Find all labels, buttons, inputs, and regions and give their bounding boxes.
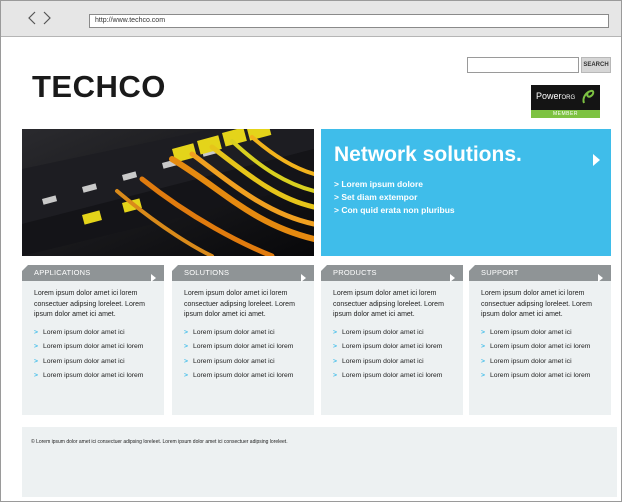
footer-copyright: © Lorem ipsum dolor amet ici consectuer … — [31, 439, 288, 445]
list-item[interactable]: > Lorem ipsum dolor amet ici lorem — [333, 340, 463, 355]
hero-list-item[interactable]: > Lorem ipsum dolore — [334, 178, 455, 191]
chevron-right-icon — [598, 269, 603, 287]
chevron-right-icon[interactable] — [41, 10, 53, 26]
list-item[interactable]: > Lorem ipsum dolor amet ici — [184, 355, 314, 370]
hero-list-item[interactable]: > Set diam extempor — [334, 191, 455, 204]
chevron-right-icon[interactable] — [592, 153, 600, 171]
bullet-icon: > — [333, 328, 337, 336]
browser-toolbar: http://www.techco.com — [1, 1, 621, 37]
column-solutions: SOLUTIONS Lorem ipsum dolor amet ici lor… — [172, 265, 314, 415]
bullet-icon: > — [34, 372, 38, 379]
bullet-icon: > — [184, 357, 188, 365]
footer: © Lorem ipsum dolor amet ici consectuer … — [22, 427, 617, 497]
bullet-icon: > — [184, 328, 188, 336]
column-support: SUPPORT Lorem ipsum dolor amet ici lorem… — [469, 265, 611, 415]
bullet-icon: > — [481, 372, 485, 379]
hero-panel: Network solutions. > Lorem ipsum dolore … — [321, 129, 611, 256]
search-button[interactable]: SEARCH — [581, 57, 611, 73]
badge-label: MEMBER — [531, 110, 600, 118]
hero-image-network-cables — [22, 129, 314, 256]
column-header[interactable]: SUPPORT — [469, 265, 611, 282]
column-title: APPLICATIONS — [34, 268, 91, 277]
list-item[interactable]: > Lorem ipsum dolor amet ici — [333, 326, 463, 341]
hero-title[interactable]: Network solutions. — [334, 143, 522, 167]
list-item[interactable]: > Lorem ipsum dolor amet ici lorem — [34, 369, 164, 384]
bullet-icon: > — [481, 357, 485, 365]
browser-window: http://www.techco.com SEARCH TECHCO Powe… — [0, 0, 622, 502]
list-item[interactable]: > Lorem ipsum dolor amet ici — [481, 355, 611, 370]
bullet-icon: > — [34, 357, 38, 365]
column-title: SUPPORT — [481, 268, 519, 277]
column-header[interactable]: PRODUCTS — [321, 265, 463, 282]
column-applications: APPLICATIONS Lorem ipsum dolor amet ici … — [22, 265, 164, 415]
site-logo[interactable]: TECHCO — [32, 69, 166, 105]
hero-list-item[interactable]: > Con quid erata non pluribus — [334, 204, 455, 217]
chevron-right-icon — [301, 269, 306, 287]
list-item[interactable]: > Lorem ipsum dolor amet ici lorem — [184, 369, 314, 384]
list-item[interactable]: > Lorem ipsum dolor amet ici — [333, 355, 463, 370]
column-title: PRODUCTS — [333, 268, 377, 277]
list-item[interactable]: > Lorem ipsum dolor amet ici — [184, 326, 314, 341]
bullet-icon: > — [34, 328, 38, 336]
hero-list: > Lorem ipsum dolore > Set diam extempor… — [334, 178, 455, 217]
column-header[interactable]: SOLUTIONS — [172, 265, 314, 282]
member-badge[interactable]: PowerORG MEMBER — [531, 85, 600, 118]
address-bar[interactable]: http://www.techco.com — [89, 14, 609, 28]
list-item[interactable]: > Lorem ipsum dolor amet ici — [481, 326, 611, 341]
column-description: Lorem ipsum dolor amet ici lorem consect… — [333, 290, 444, 318]
search-input[interactable] — [467, 57, 579, 73]
chevron-right-icon — [151, 269, 156, 287]
bullet-icon: > — [481, 343, 485, 350]
bullet-icon: > — [481, 328, 485, 336]
column-description: Lorem ipsum dolor amet ici lorem consect… — [481, 290, 592, 318]
bullet-icon: > — [34, 343, 38, 350]
bullet-icon: > — [333, 372, 337, 379]
bullet-icon: > — [333, 343, 337, 350]
column-header[interactable]: APPLICATIONS — [22, 265, 164, 282]
column-title: SOLUTIONS — [184, 268, 230, 277]
list-item[interactable]: > Lorem ipsum dolor amet ici lorem — [184, 340, 314, 355]
list-item[interactable]: > Lorem ipsum dolor amet ici lorem — [333, 369, 463, 384]
bullet-icon: > — [333, 357, 337, 365]
bullet-icon: > — [184, 343, 188, 350]
list-item[interactable]: > Lorem ipsum dolor amet ici — [34, 355, 164, 370]
list-item[interactable]: > Lorem ipsum dolor amet ici lorem — [34, 340, 164, 355]
chevron-left-icon[interactable] — [26, 10, 38, 26]
badge-logo-icon — [580, 88, 596, 111]
column-products: PRODUCTS Lorem ipsum dolor amet ici lore… — [321, 265, 463, 415]
bullet-icon: > — [184, 372, 188, 379]
list-item[interactable]: > Lorem ipsum dolor amet ici lorem — [481, 340, 611, 355]
column-description: Lorem ipsum dolor amet ici lorem consect… — [34, 290, 145, 318]
column-description: Lorem ipsum dolor amet ici lorem consect… — [184, 290, 295, 318]
badge-brand: PowerORG — [536, 91, 576, 101]
chevron-right-icon — [450, 269, 455, 287]
list-item[interactable]: > Lorem ipsum dolor amet ici lorem — [481, 369, 611, 384]
list-item[interactable]: > Lorem ipsum dolor amet ici — [34, 326, 164, 341]
